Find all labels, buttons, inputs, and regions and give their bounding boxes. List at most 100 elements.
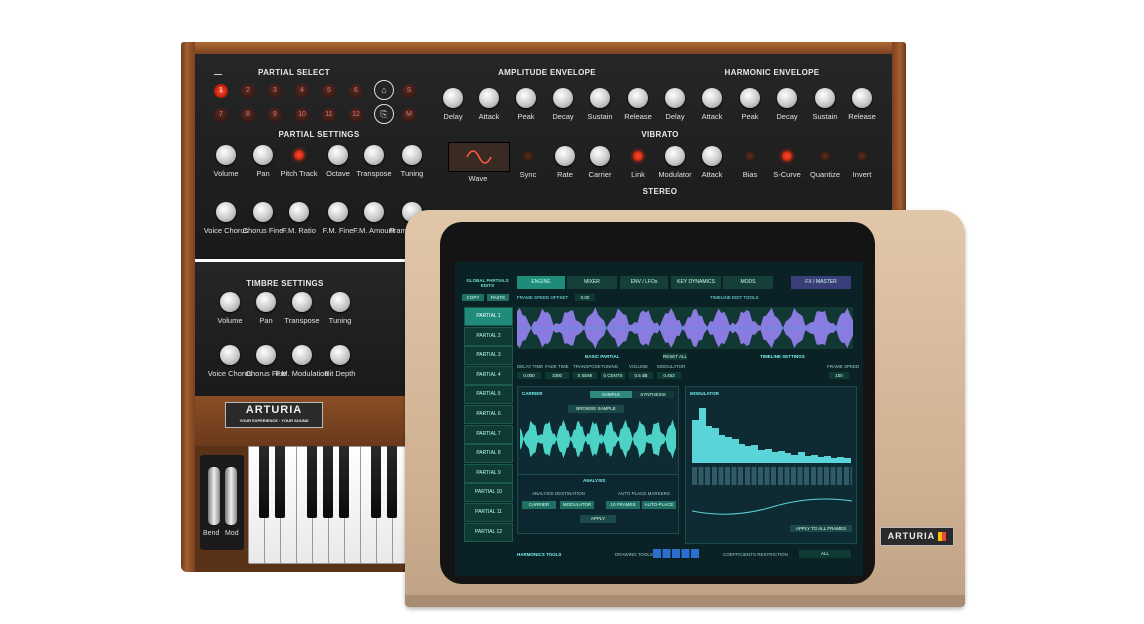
partial-select-button-9[interactable]: 9 bbox=[268, 108, 282, 122]
harm-env-decay-knob[interactable] bbox=[777, 88, 797, 108]
pitch-bend-wheel[interactable] bbox=[208, 467, 220, 525]
harmonic-bar[interactable] bbox=[843, 458, 851, 463]
timbre-f-m-modulation-knob[interactable] bbox=[292, 345, 312, 365]
amp-env-release-knob[interactable] bbox=[628, 88, 648, 108]
basic-field-value[interactable]: 0 CENTS bbox=[601, 372, 625, 379]
partial-octave-knob[interactable] bbox=[328, 145, 348, 165]
partial-8-button[interactable]: PARTIAL 8 bbox=[464, 444, 513, 464]
partial-select-button-12[interactable]: 12 bbox=[349, 108, 363, 122]
partial-1-button[interactable]: PARTIAL 1 bbox=[464, 307, 513, 326]
partial-select-button-6[interactable]: 6 bbox=[349, 84, 363, 98]
partial-f-m-fine-knob[interactable] bbox=[328, 202, 348, 222]
tab-mods[interactable]: MODS bbox=[723, 276, 773, 289]
partial-3-button[interactable]: PARTIAL 3 bbox=[464, 346, 513, 366]
partial-voice-chorus-knob[interactable] bbox=[216, 202, 236, 222]
tab-engine[interactable]: ENGINE bbox=[517, 276, 565, 289]
black-key[interactable] bbox=[323, 446, 333, 518]
sample-tab[interactable]: SAMPLE bbox=[590, 391, 632, 398]
partial-select-button-8[interactable]: 8 bbox=[241, 108, 255, 122]
partial-tuning-knob[interactable] bbox=[402, 145, 422, 165]
frame-speed-offset-value[interactable]: 0.00 bbox=[575, 294, 595, 301]
timbre-tuning-knob[interactable] bbox=[330, 292, 350, 312]
apply-button[interactable]: APPLY bbox=[580, 515, 616, 523]
harm-env-attack-knob[interactable] bbox=[702, 88, 722, 108]
mod-wheel[interactable] bbox=[225, 467, 237, 525]
partial-11-button[interactable]: PARTIAL 11 bbox=[464, 503, 513, 522]
basic-field-value[interactable]: 1000 bbox=[545, 372, 569, 379]
partial-pitch-track-switch[interactable] bbox=[294, 150, 304, 160]
black-key[interactable] bbox=[259, 446, 269, 518]
partial-select-button-3[interactable]: 3 bbox=[268, 84, 282, 98]
auto-place-button[interactable]: AUTO-PLACE bbox=[642, 501, 676, 509]
tab-fx-master[interactable]: FX / MASTER bbox=[791, 276, 851, 289]
apply-to-all-frames-button[interactable]: APPLY TO ALL FRAMES bbox=[790, 525, 852, 532]
coefficients-select[interactable]: ALL bbox=[799, 550, 851, 558]
solo-button[interactable]: S bbox=[402, 84, 416, 98]
timeline-waveform[interactable] bbox=[517, 307, 853, 349]
modulator-dest-button[interactable]: MODULATOR bbox=[560, 501, 594, 509]
vibrato-invert-switch[interactable] bbox=[857, 151, 867, 161]
black-key[interactable] bbox=[275, 446, 285, 518]
vibrato-s-curve-switch[interactable] bbox=[782, 151, 792, 161]
mute-button[interactable]: M bbox=[402, 108, 416, 122]
vibrato-wave-display[interactable] bbox=[448, 142, 510, 172]
harm-env-delay-knob[interactable] bbox=[665, 88, 685, 108]
carrier-dest-button[interactable]: CARRIER bbox=[522, 501, 556, 509]
black-key[interactable] bbox=[307, 446, 317, 518]
partial-select-button-11[interactable]: 11 bbox=[322, 108, 336, 122]
modulator-envelope[interactable] bbox=[692, 497, 852, 521]
partial-4-button[interactable]: PARTIAL 4 bbox=[464, 365, 513, 385]
black-key[interactable] bbox=[371, 446, 381, 518]
partial-7-button[interactable]: PARTIAL 7 bbox=[464, 424, 513, 444]
timbre-chorus-fine-knob[interactable] bbox=[256, 345, 276, 365]
vibrato-rate-knob[interactable] bbox=[555, 146, 575, 166]
tab-key-dynamics[interactable]: KEY DYNAMICS bbox=[671, 276, 721, 289]
harmonics-secondary-bars[interactable] bbox=[692, 467, 852, 485]
timbre-voice-chorus-knob[interactable] bbox=[220, 345, 240, 365]
frames-select[interactable]: 10 FRAMES bbox=[606, 501, 640, 509]
amp-env-sustain-knob[interactable] bbox=[590, 88, 610, 108]
timbre-bit-depth-knob[interactable] bbox=[330, 345, 350, 365]
timbre-pan-knob[interactable] bbox=[256, 292, 276, 312]
home-button[interactable]: ⌂ bbox=[374, 80, 394, 100]
vibrato-carrier-knob[interactable] bbox=[590, 146, 610, 166]
vibrato-sync-switch[interactable] bbox=[523, 151, 533, 161]
paste-button[interactable]: PASTE bbox=[487, 294, 509, 301]
partial-10-button[interactable]: PARTIAL 10 bbox=[464, 483, 513, 503]
amp-env-attack-knob[interactable] bbox=[479, 88, 499, 108]
harm-env-peak-knob[interactable] bbox=[740, 88, 760, 108]
vibrato-link-switch[interactable] bbox=[633, 151, 643, 161]
partial-select-button-4[interactable]: 4 bbox=[295, 84, 309, 98]
partial-select-button-7[interactable]: 7 bbox=[214, 108, 228, 122]
basic-field-value[interactable]: 0.000 bbox=[517, 372, 541, 379]
black-key[interactable] bbox=[387, 446, 397, 518]
harmonics-bar-graph[interactable] bbox=[692, 403, 852, 463]
partial-transpose-knob[interactable] bbox=[364, 145, 384, 165]
partial-2-button[interactable]: PARTIAL 2 bbox=[464, 326, 513, 346]
partial-12-button[interactable]: PARTIAL 12 bbox=[464, 522, 513, 542]
tab-mixer[interactable]: MIXER bbox=[567, 276, 617, 289]
frame-speed-value[interactable]: 100 bbox=[829, 372, 849, 379]
partial-9-button[interactable]: PARTIAL 9 bbox=[464, 463, 513, 483]
basic-field-value[interactable]: 0.453 bbox=[657, 372, 681, 379]
carrier-waveform[interactable] bbox=[520, 419, 676, 459]
partial-volume-knob[interactable] bbox=[216, 145, 236, 165]
partial-select-button-1[interactable]: 1 bbox=[214, 84, 228, 98]
amp-env-decay-knob[interactable] bbox=[553, 88, 573, 108]
timbre-transpose-knob[interactable] bbox=[292, 292, 312, 312]
timbre-volume-knob[interactable] bbox=[220, 292, 240, 312]
vibrato-bias-switch[interactable] bbox=[745, 151, 755, 161]
tab-env-lfos[interactable]: ENV / LFOs bbox=[620, 276, 668, 289]
basic-field-value[interactable]: 0.5 dB bbox=[629, 372, 653, 379]
browse-sample-button[interactable]: BROWSE SAMPLE bbox=[568, 405, 624, 413]
partial-select-button-10[interactable]: 10 bbox=[295, 108, 309, 122]
partial-5-button[interactable]: PARTIAL 5 bbox=[464, 385, 513, 405]
partial-f-m-ratio-knob[interactable] bbox=[289, 202, 309, 222]
amp-env-peak-knob[interactable] bbox=[516, 88, 536, 108]
amp-env-delay-knob[interactable] bbox=[443, 88, 463, 108]
vibrato-attack-knob[interactable] bbox=[702, 146, 722, 166]
partial-f-m-amount-knob[interactable] bbox=[364, 202, 384, 222]
partial-chorus-fine-knob[interactable] bbox=[253, 202, 273, 222]
copy-button[interactable]: COPY bbox=[462, 294, 484, 301]
vibrato-quantize-switch[interactable] bbox=[820, 151, 830, 161]
